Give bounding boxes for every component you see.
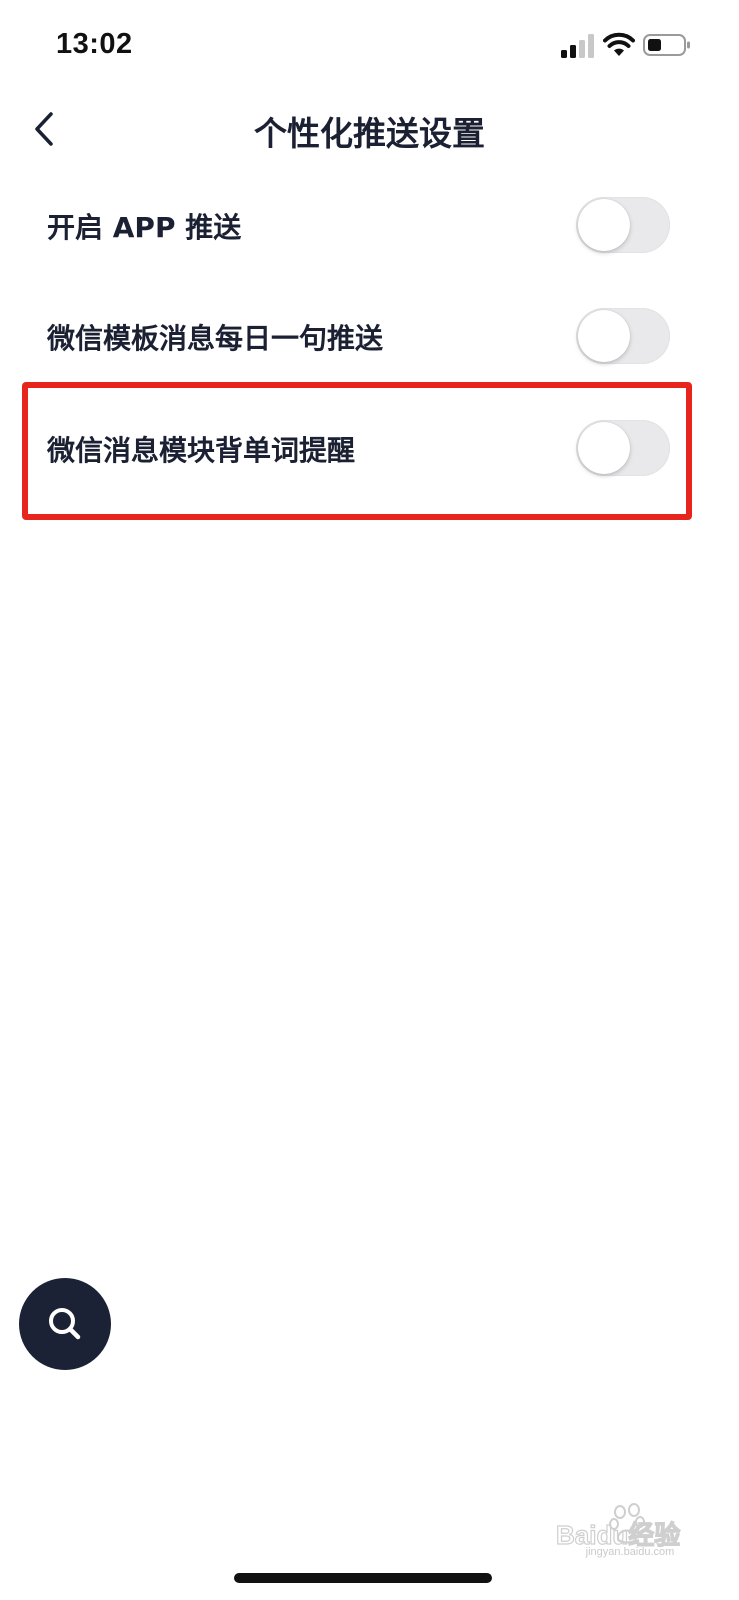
app-push-toggle[interactable] <box>576 197 670 253</box>
setting-label: 微信消息模块背单词提醒 <box>47 434 356 467</box>
screen: 13:02 个性化推送设置 开启 APP 推送 微信模板消息每日一句推送 微信消… <box>0 0 739 1600</box>
vocab-reminder-toggle[interactable] <box>576 420 670 476</box>
setting-row-daily-sentence: 微信模板消息每日一句推送 <box>0 281 739 391</box>
page-title: 个性化推送设置 <box>254 114 485 153</box>
battery-icon <box>643 34 690 56</box>
wifi-icon <box>603 32 635 56</box>
nav-bar: 个性化推送设置 <box>0 90 739 170</box>
status-bar: 13:02 <box>0 0 739 90</box>
search-button[interactable] <box>19 1278 111 1370</box>
toggle-knob <box>578 422 630 474</box>
home-indicator[interactable] <box>234 1573 492 1583</box>
signal-icon <box>561 34 594 58</box>
setting-row-vocab-reminder: 微信消息模块背单词提醒 <box>0 393 739 503</box>
status-time: 13:02 <box>56 28 133 60</box>
watermark-url: jingyan.baidu.com <box>585 1546 675 1558</box>
toggle-knob <box>578 310 630 362</box>
setting-label: 微信模板消息每日一句推送 <box>47 322 384 355</box>
search-icon <box>49 1308 81 1340</box>
setting-row-app-push: 开启 APP 推送 <box>0 170 739 280</box>
setting-label: 开启 APP 推送 <box>47 211 242 244</box>
toggle-knob <box>578 199 630 251</box>
daily-sentence-toggle[interactable] <box>576 308 670 364</box>
